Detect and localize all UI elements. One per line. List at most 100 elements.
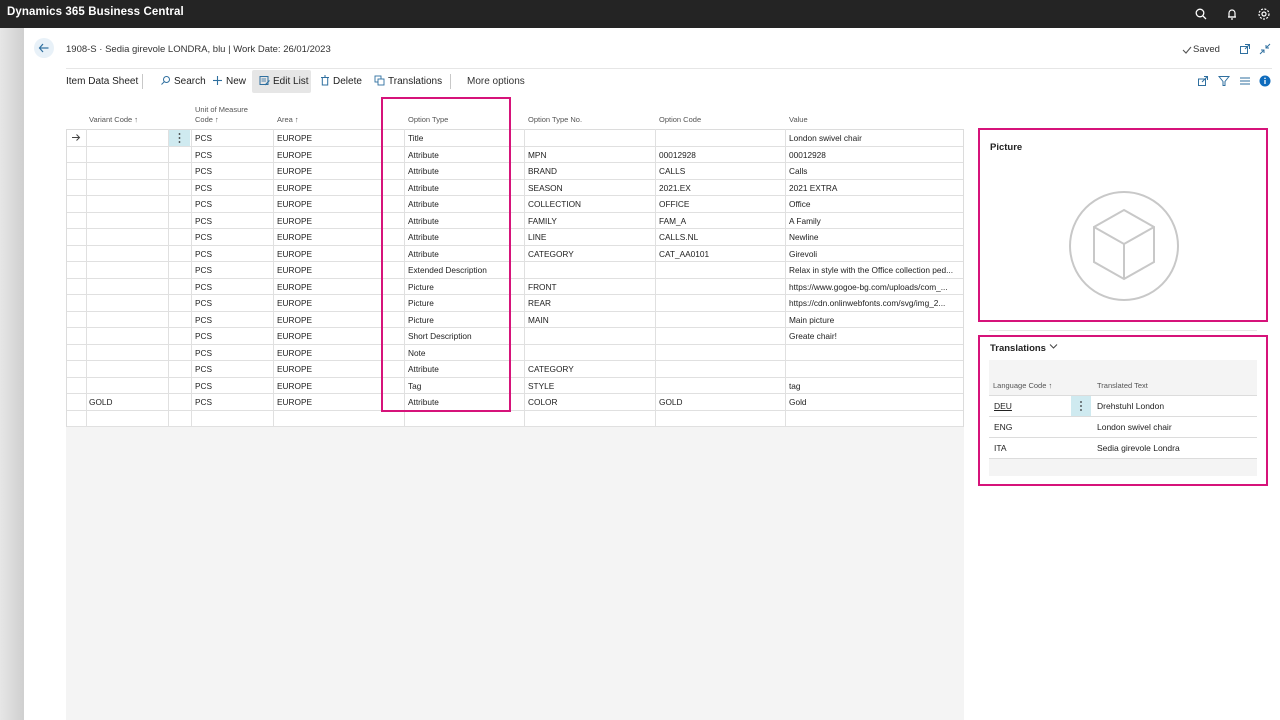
cell-value[interactable]: Girevoli [787, 246, 963, 262]
cell-uom-code[interactable]: PCS [193, 229, 273, 245]
translation-row[interactable]: ENG London swivel chair [989, 417, 1257, 438]
table-row[interactable] [67, 411, 963, 427]
cell-uom-code[interactable]: PCS [193, 295, 273, 311]
cell-option-type-no[interactable] [526, 328, 654, 344]
cell-variant-code[interactable] [87, 147, 167, 163]
cell-uom-code[interactable]: PCS [193, 378, 273, 394]
back-button[interactable] [34, 38, 54, 58]
cell-variant-code[interactable] [87, 196, 167, 212]
cell-option-code[interactable]: 2021.EX [657, 180, 783, 196]
translations-button[interactable]: Translations [374, 75, 442, 89]
cell-variant-code[interactable] [87, 345, 167, 361]
cell-variant-code[interactable] [87, 378, 167, 394]
translation-row-actions-button[interactable] [1071, 396, 1091, 416]
table-row[interactable]: PCS EUROPE Attribute BRAND CALLS Calls [67, 163, 963, 180]
bell-icon[interactable] [1225, 7, 1239, 21]
cell-option-code[interactable] [657, 411, 783, 427]
cell-variant-code[interactable] [87, 279, 167, 295]
cell-variant-code[interactable] [87, 312, 167, 328]
cell-option-type-no[interactable] [526, 411, 654, 427]
cell-value[interactable]: https://cdn.onlinwebfonts.com/svg/img_2.… [787, 295, 963, 311]
cell-option-type-no[interactable]: LINE [526, 229, 654, 245]
cell-value[interactable]: London swivel chair [787, 130, 963, 146]
cell-option-code[interactable] [657, 328, 783, 344]
cell-option-type-no[interactable]: REAR [526, 295, 654, 311]
cell-option-code[interactable]: GOLD [657, 394, 783, 410]
table-row[interactable]: PCS EUROPE Note [67, 345, 963, 361]
gear-icon[interactable] [1257, 7, 1271, 21]
cell-variant-code[interactable] [87, 361, 167, 377]
cell-variant-code[interactable] [87, 246, 167, 262]
cell-value[interactable]: Newline [787, 229, 963, 245]
cell-option-type[interactable] [406, 411, 522, 427]
edit-list-button[interactable]: Edit List [259, 75, 309, 89]
more-options-button[interactable]: More options [467, 75, 525, 89]
cell-uom-code[interactable]: PCS [193, 394, 273, 410]
col-translated-text[interactable]: Translated Text [1097, 381, 1148, 390]
cell-uom-code[interactable]: PCS [193, 163, 273, 179]
cell-option-type-no[interactable]: STYLE [526, 378, 654, 394]
cell-uom-code[interactable]: PCS [193, 262, 273, 278]
cell-uom-code[interactable]: PCS [193, 345, 273, 361]
table-row[interactable]: PCS EUROPE Picture REAR https://cdn.onlinweb… [67, 295, 963, 312]
table-row[interactable]: PCS EUROPE Picture MAIN Main picture [67, 312, 963, 328]
cell-variant-code[interactable] [87, 295, 167, 311]
cell-option-code[interactable]: 00012928 [657, 147, 783, 163]
cell-variant-code[interactable] [87, 229, 167, 245]
cell-value[interactable]: Relax in style with the Office collectio… [787, 262, 963, 278]
table-row[interactable]: PCS EUROPE Extended Description Relax in st… [67, 262, 963, 279]
cell-uom-code[interactable]: PCS [193, 279, 273, 295]
cell-value[interactable]: Calls [787, 163, 963, 179]
cell-option-code[interactable]: OFFICE [657, 196, 783, 212]
cell-option-code[interactable] [657, 345, 783, 361]
cell-option-code[interactable] [657, 295, 783, 311]
table-row[interactable]: PCS EUROPE Attribute SEASON 2021.EX 2021 EXTR… [67, 180, 963, 196]
cell-option-code[interactable]: CALLS [657, 163, 783, 179]
language-code[interactable]: ITA [994, 443, 1007, 453]
delete-button[interactable]: Delete [320, 75, 362, 89]
cell-value[interactable] [787, 411, 963, 427]
cube-placeholder-icon[interactable] [1068, 190, 1180, 302]
col-uom-code-line2[interactable]: Code ↑ [195, 115, 219, 124]
table-row[interactable]: PCS EUROPE Attribute MPN 00012928 00012928 [67, 147, 963, 163]
cell-option-type-no[interactable]: FRONT [526, 279, 654, 295]
cell-variant-code[interactable] [87, 262, 167, 278]
cell-value[interactable] [787, 345, 963, 361]
col-variant-code[interactable]: Variant Code ↑ [89, 115, 138, 124]
new-button[interactable]: New [212, 75, 246, 89]
cell-option-type-no[interactable]: MAIN [526, 312, 654, 328]
cell-option-type-no[interactable]: COLLECTION [526, 196, 654, 212]
share-icon[interactable] [1197, 75, 1209, 87]
table-row[interactable]: PCS EUROPE Tag STYLE tag [67, 378, 963, 394]
filter-icon[interactable] [1218, 75, 1230, 87]
col-language-code[interactable]: Language Code ↑ [993, 381, 1052, 390]
cell-option-code[interactable]: FAM_A [657, 213, 783, 229]
cell-option-type-no[interactable]: FAMILY [526, 213, 654, 229]
search-icon[interactable] [1194, 7, 1208, 21]
col-value[interactable]: Value [789, 115, 808, 124]
cell-option-code[interactable] [657, 279, 783, 295]
col-area[interactable]: Area ↑ [277, 115, 299, 124]
cell-option-type-no[interactable]: SEASON [526, 180, 654, 196]
cell-option-code[interactable]: CALLS.NL [657, 229, 783, 245]
cell-variant-code[interactable] [87, 328, 167, 344]
cell-variant-code[interactable] [87, 163, 167, 179]
table-row[interactable]: PCS EUROPE Attribute CATEGORY [67, 361, 963, 378]
cell-uom-code[interactable]: PCS [193, 213, 273, 229]
cell-option-type-no[interactable]: MPN [526, 147, 654, 163]
language-code[interactable]: ENG [994, 422, 1012, 432]
cell-option-code[interactable] [657, 378, 783, 394]
list-view-icon[interactable] [1239, 75, 1251, 87]
cell-value[interactable]: tag [787, 378, 963, 394]
cell-area[interactable] [275, 411, 403, 427]
cell-uom-code[interactable] [193, 411, 273, 427]
search-button[interactable]: Search [160, 75, 206, 89]
cell-value[interactable] [787, 361, 963, 377]
cell-option-type-no[interactable]: BRAND [526, 163, 654, 179]
col-uom-code-line1[interactable]: Unit of Measure [195, 105, 248, 114]
language-code[interactable]: DEU [994, 401, 1012, 411]
table-row[interactable]: GOLD PCS EUROPE Attribute COLOR GOLD Gold [67, 394, 963, 411]
cell-variant-code[interactable] [87, 411, 167, 427]
cell-uom-code[interactable]: PCS [193, 130, 273, 146]
cell-option-type-no[interactable] [526, 345, 654, 361]
